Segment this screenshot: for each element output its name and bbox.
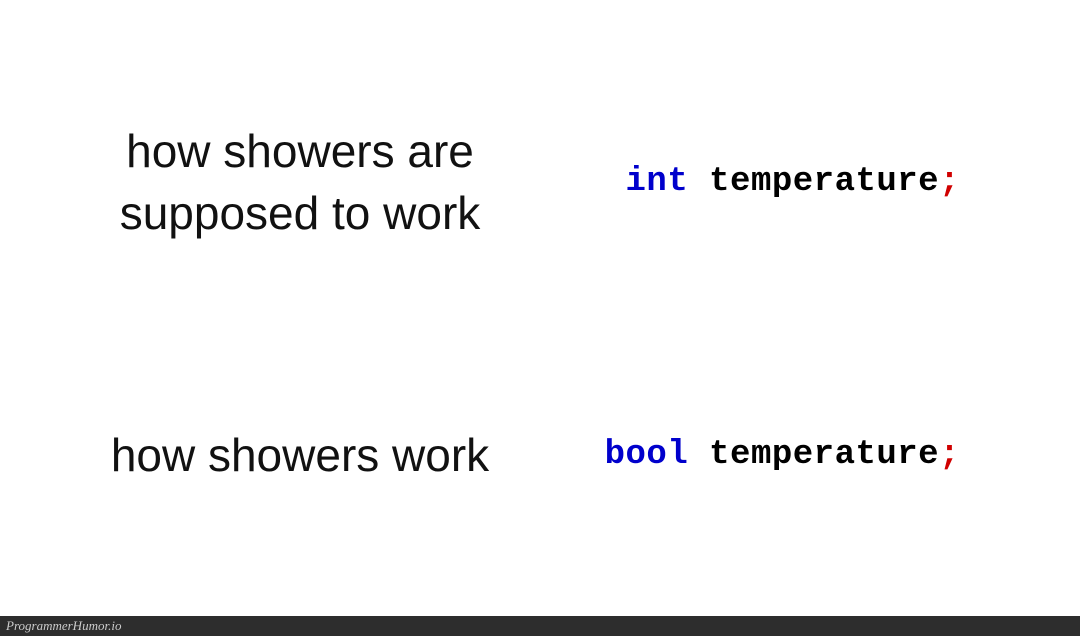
identifier-temperature-1: temperature [688, 163, 939, 201]
caption-reality: how showers work [80, 424, 520, 486]
watermark-footer: ProgrammerHumor.io [0, 616, 1080, 636]
code-int-temperature: int temperature; [626, 163, 1020, 201]
row-supposed: how showers are supposed to work int tem… [80, 120, 1020, 244]
meme-content: how showers are supposed to work int tem… [0, 0, 1080, 616]
identifier-temperature-2: temperature [688, 436, 939, 474]
keyword-int: int [626, 163, 689, 201]
row-reality: how showers work bool temperature; [80, 424, 1020, 486]
semicolon-2: ; [939, 436, 960, 474]
semicolon-1: ; [939, 163, 960, 201]
code-bool-temperature: bool temperature; [605, 436, 1020, 474]
caption-supposed: how showers are supposed to work [80, 120, 520, 244]
watermark-text: ProgrammerHumor.io [6, 618, 121, 634]
keyword-bool: bool [605, 436, 689, 474]
